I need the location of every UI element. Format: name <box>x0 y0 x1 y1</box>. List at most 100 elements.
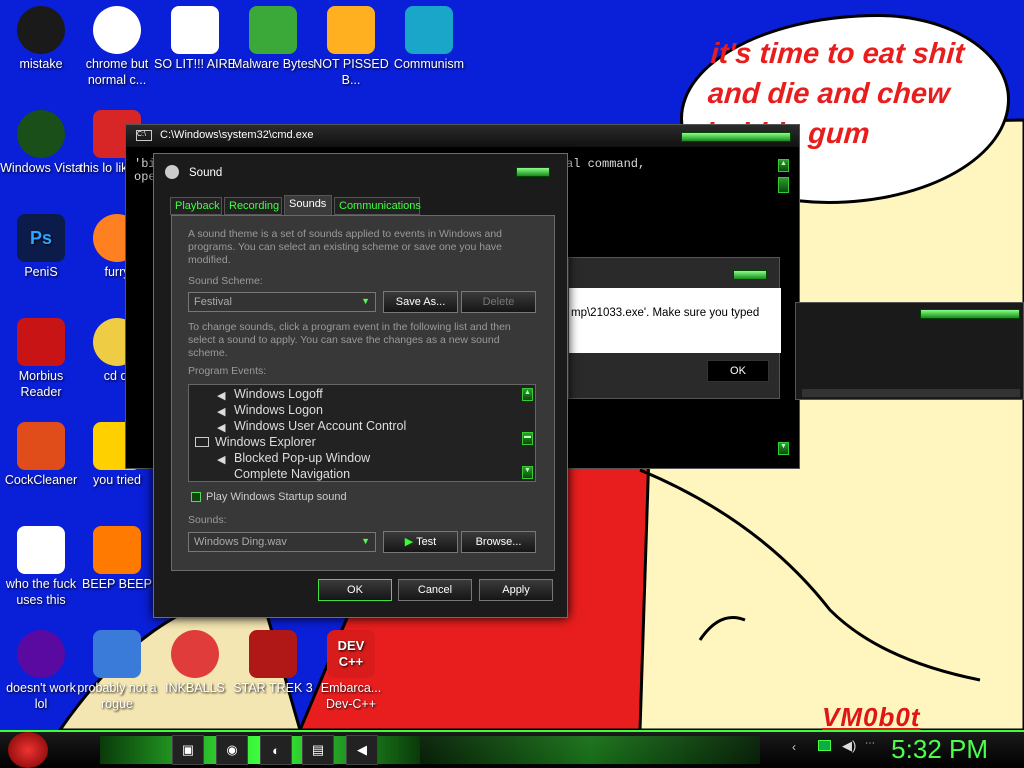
cmd-task-icon[interactable]: ▤ <box>302 735 334 765</box>
desktop-icon[interactable]: INKBALLS <box>154 630 236 696</box>
volume-icon[interactable]: ◀) <box>842 738 856 754</box>
desktop-icon[interactable]: mistake <box>0 6 82 72</box>
desktop-icon-label: who the fuck uses this <box>5 577 77 607</box>
chevron-left-icon[interactable]: ‹ <box>792 740 796 754</box>
save-as-button[interactable]: Save As... <box>383 291 458 313</box>
desktop-icon-label: Morbius Reader <box>18 369 64 399</box>
background-window[interactable] <box>795 302 1024 400</box>
desktop-icon[interactable]: SO LIT!!! AIRE <box>154 6 236 72</box>
volume-task-icon[interactable]: ◀ <box>346 735 378 765</box>
desktop-icon[interactable]: BEEP BEEP <box>76 526 158 592</box>
solitaire-icon <box>171 6 219 54</box>
taskbar: ▣ ◉ ◐ ▤ ◀ ‹ ◀) ⋯ 5:32 PM <box>0 730 1024 768</box>
recycle-icon <box>17 110 65 158</box>
desktop-icon[interactable]: Morbius Reader <box>0 318 82 400</box>
tab-recording[interactable]: Recording <box>224 197 282 215</box>
desktop-icon[interactable]: Communism <box>388 6 470 72</box>
delete-button[interactable]: Delete <box>461 291 536 313</box>
error-ok-button[interactable]: OK <box>707 360 769 382</box>
clock[interactable]: 5:32 PM <box>891 734 988 765</box>
desktop-icon-label: INKBALLS <box>165 681 225 695</box>
error-dialog[interactable]: mp\21033.exe'. Make sure you typed OK <box>568 257 781 399</box>
window-icon <box>195 437 209 447</box>
sound-file-value: Windows Ding.wav <box>194 536 287 548</box>
cancel-button[interactable]: Cancel <box>398 579 472 601</box>
cmd-titlebar[interactable]: C:\ C:\Windows\system32\cmd.exe <box>126 125 799 147</box>
sound-dialog[interactable]: Sound Playback Recording Sounds Communic… <box>153 153 568 618</box>
desktop-icon[interactable]: probably not a rogue <box>76 630 158 712</box>
desktop-icon[interactable]: chrome but normal c... <box>76 6 158 88</box>
desktop-icon[interactable]: Windows Vista <box>0 110 82 176</box>
explorer-icon[interactable]: ▣ <box>172 735 204 765</box>
desktop-icon-label: doesn't work lol <box>6 681 76 711</box>
ok-button[interactable]: OK <box>318 579 392 601</box>
desktop-icon-label: STAR TREK 3 <box>233 681 313 695</box>
desktop-icon-label: Communism <box>393 57 465 71</box>
events-label: Program Events: <box>188 365 267 377</box>
events-scroll-thumb[interactable]: ▬ <box>522 432 533 445</box>
vlc-icon <box>93 526 141 574</box>
desktop-icon-label: Windows Vista <box>0 161 82 175</box>
browse-button[interactable]: Browse... <box>461 531 536 553</box>
network-icon[interactable] <box>818 740 831 751</box>
scheme-value: Festival <box>194 296 232 308</box>
speaker-icon <box>165 165 179 179</box>
event-complete-navigation[interactable]: Complete Navigation <box>234 467 350 481</box>
desktop-icon-label: chrome but normal c... <box>85 57 149 87</box>
desktop-icon[interactable]: who the fuck uses this <box>0 526 82 608</box>
play-icon: ▶ <box>404 536 417 548</box>
cmd-scroll-down[interactable]: ▼ <box>778 442 789 455</box>
starwars-icon <box>249 630 297 678</box>
speaker-icon: ◀ <box>217 454 226 466</box>
bg-window-controls[interactable] <box>920 309 1020 319</box>
desktop-icon[interactable]: STAR TREK 3 <box>232 630 314 696</box>
event-uac[interactable]: Windows User Account Control <box>234 419 406 433</box>
scheme-select[interactable]: Festival ▼ <box>188 292 376 312</box>
events-scroll-up[interactable]: ▲ <box>522 388 533 401</box>
chrome-icon[interactable]: ◉ <box>216 735 248 765</box>
program-events-list[interactable]: Windows Logoff Windows Logon Windows Use… <box>188 384 536 482</box>
event-windows-explorer[interactable]: Windows Explorer <box>215 435 316 449</box>
speaker-icon: ◀ <box>217 422 226 434</box>
error-close-button[interactable] <box>733 270 767 280</box>
tab-communications[interactable]: Communications <box>334 197 421 215</box>
event-blocked-popup[interactable]: Blocked Pop-up Window <box>234 451 370 465</box>
desktop-icon-label: Malware Bytes <box>232 57 314 71</box>
inkball-icon <box>171 630 219 678</box>
cmd-scroll-thumb[interactable] <box>778 177 789 193</box>
cmd-title: C:\Windows\system32\cmd.exe <box>160 129 314 141</box>
cmd-scroll-up[interactable]: ▲ <box>778 159 789 172</box>
signature: VM0b0t <box>822 702 921 732</box>
events-scroll-down[interactable]: ▼ <box>522 466 533 479</box>
intro-text: A sound theme is a set of sounds applied… <box>188 228 503 266</box>
desktop-icon[interactable]: Ps PeniS <box>0 214 82 280</box>
xbox-icon <box>17 6 65 54</box>
desktop-icon-label: NOT PISSED B... <box>313 57 389 87</box>
desktop-icon-label: PeniS <box>24 265 58 279</box>
acrobat-icon <box>17 318 65 366</box>
desktop-icon-label: you tried <box>93 473 141 487</box>
sound-task-icon[interactable]: ◐ <box>260 735 292 765</box>
notification-icon[interactable]: ⋯ <box>865 738 875 749</box>
chevron-down-icon: ▼ <box>361 296 370 306</box>
desktop-icon[interactable]: doesn't work lol <box>0 630 82 712</box>
test-label: Test <box>416 536 437 548</box>
cmd-icon: C:\ <box>136 130 152 141</box>
desktop-icon[interactable]: DEV C++ Embarca... Dev-C++ <box>310 630 392 712</box>
test-button[interactable]: ▶ Test <box>383 531 458 553</box>
event-windows-logoff[interactable]: Windows Logoff <box>234 387 323 401</box>
event-windows-logon[interactable]: Windows Logon <box>234 403 323 417</box>
sound-close-button[interactable] <box>516 167 550 177</box>
desktop-icon[interactable]: CockCleaner <box>0 422 82 488</box>
window-controls[interactable] <box>681 132 791 142</box>
apply-button[interactable]: Apply <box>479 579 553 601</box>
sound-title: Sound <box>189 167 223 179</box>
sound-file-select[interactable]: Windows Ding.wav ▼ <box>188 532 376 552</box>
thunder-icon <box>17 526 65 574</box>
desktop-icon[interactable]: Malware Bytes <box>232 6 314 72</box>
tab-playback[interactable]: Playback <box>170 197 222 215</box>
start-button[interactable] <box>8 732 48 768</box>
startup-sound-checkbox[interactable] <box>191 492 201 502</box>
tab-sounds[interactable]: Sounds <box>284 195 332 216</box>
desktop-icon[interactable]: NOT PISSED B... <box>310 6 392 88</box>
